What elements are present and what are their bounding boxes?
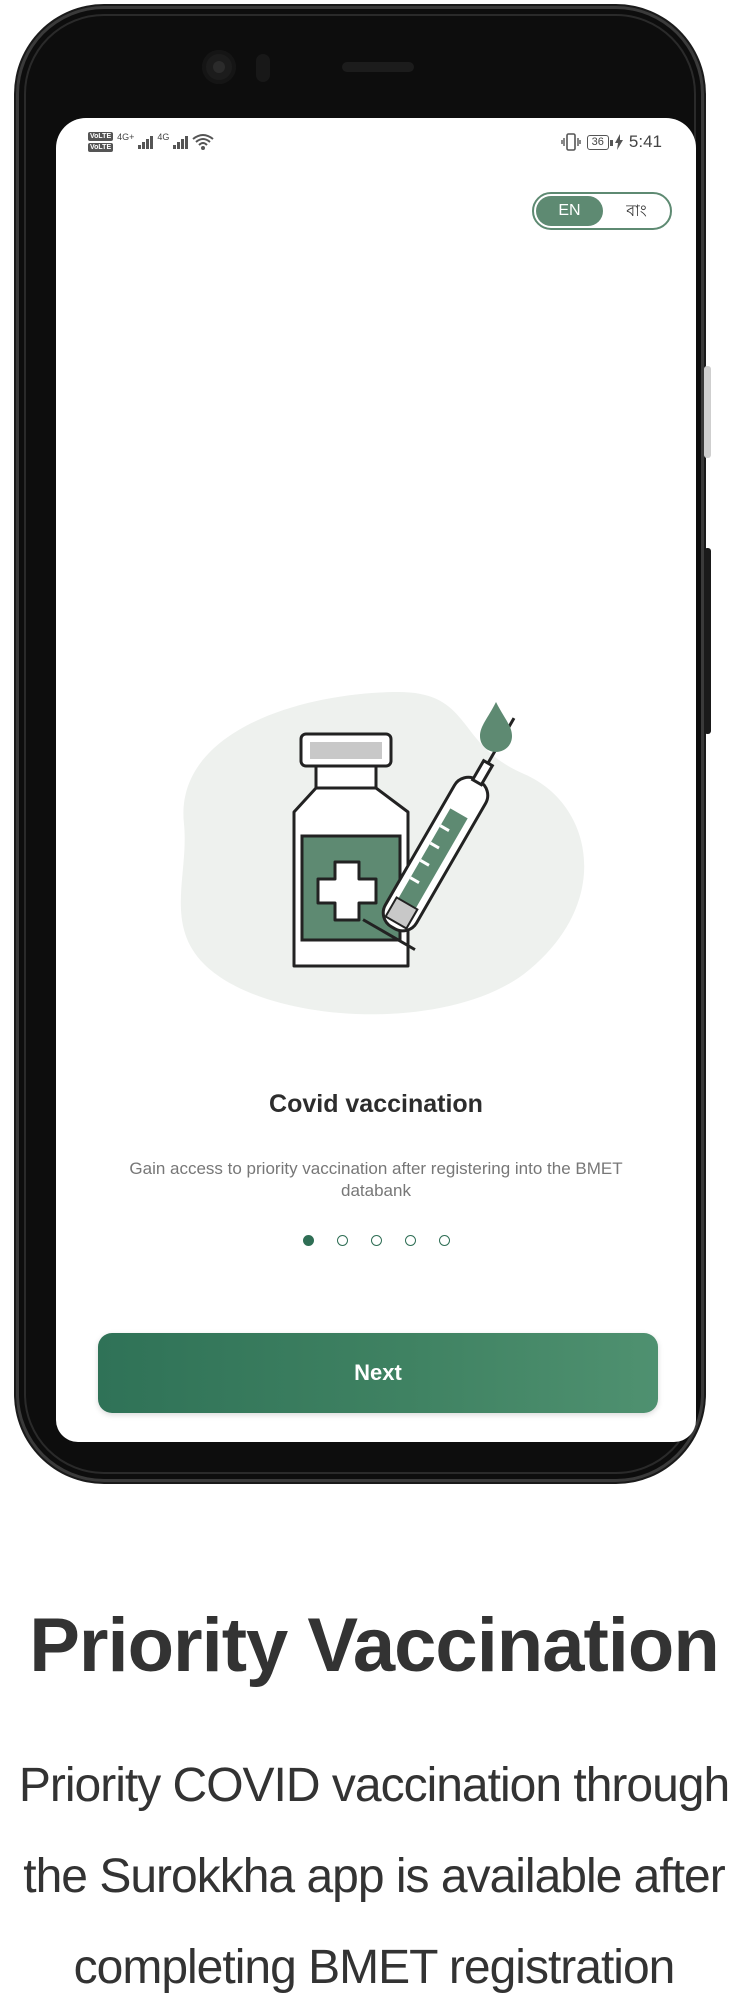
- caption-body: Priority COVID vaccination through the S…: [0, 1740, 748, 2013]
- volte-tag: VoLTE: [88, 132, 114, 141]
- page-indicator: [56, 1235, 696, 1246]
- caption-line: Priority COVID vaccination through: [18, 1759, 730, 1812]
- network-type-label: 4G+: [117, 132, 135, 142]
- caption-title: Priority Vaccination: [29, 1603, 720, 1688]
- next-button[interactable]: Next: [98, 1333, 658, 1413]
- front-camera: [202, 50, 236, 84]
- language-toggle[interactable]: EN বাং: [532, 192, 672, 230]
- status-bar: VoLTE VoLTE 4G+ 4G 36 5:41: [56, 118, 696, 172]
- earpiece-speaker: [342, 62, 414, 72]
- caption-line: the Surokkha app is available after: [23, 1850, 725, 1903]
- power-button: [704, 366, 711, 458]
- network-type-label: 4G: [157, 132, 170, 142]
- language-option-en[interactable]: EN: [536, 196, 603, 226]
- caption-line: completing BMET registration: [73, 1941, 676, 1994]
- vaccine-bottle-and-syringe-illustration: [144, 674, 604, 1024]
- app-screen: VoLTE VoLTE 4G+ 4G 36 5:41 EN বাং Covid …: [56, 118, 696, 1442]
- volte-indicators: VoLTE VoLTE: [88, 132, 114, 152]
- volte-tag: VoLTE: [88, 143, 114, 152]
- onboarding-description: Gain access to priority vaccination afte…: [129, 1159, 623, 1200]
- vaccine-drop-icon: [480, 702, 512, 752]
- signal-icon: [173, 135, 189, 149]
- proximity-sensor: [256, 54, 270, 82]
- status-left-group: VoLTE VoLTE 4G+ 4G: [88, 132, 215, 152]
- signal-icon: [138, 135, 154, 149]
- page-dot[interactable]: [404, 1235, 416, 1246]
- language-option-bn[interactable]: বাং: [603, 196, 670, 226]
- status-time: 5:41: [628, 132, 662, 151]
- page-dot[interactable]: [370, 1235, 382, 1246]
- status-right-group: 36 5:41: [560, 132, 662, 152]
- battery-indicator: 36: [586, 134, 614, 150]
- charging-icon: [614, 134, 623, 150]
- page-dot-active[interactable]: [302, 1235, 314, 1246]
- volume-button: [704, 548, 711, 734]
- wifi-icon: [192, 133, 215, 151]
- onboarding-title: Covid vaccination: [269, 1090, 483, 1118]
- vibrate-icon: [560, 133, 581, 151]
- page-dot[interactable]: [336, 1235, 348, 1246]
- page-dot[interactable]: [438, 1235, 450, 1246]
- phone-frame: VoLTE VoLTE 4G+ 4G 36 5:41 EN বাং Covid …: [16, 6, 704, 1482]
